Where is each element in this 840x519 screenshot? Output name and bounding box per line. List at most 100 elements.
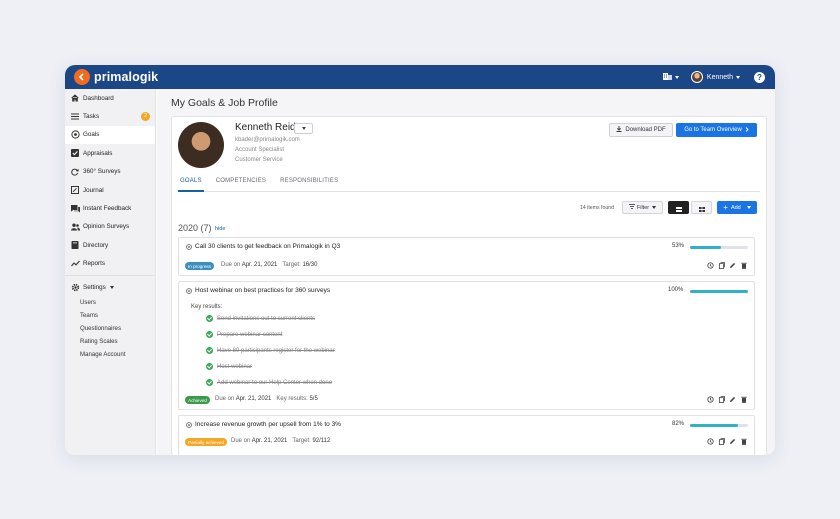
list-view-icon bbox=[675, 199, 682, 217]
delete-icon[interactable] bbox=[740, 262, 747, 269]
chevron-down-icon bbox=[301, 127, 306, 130]
sidebar-item-instant-feedback[interactable]: Instant Feedback bbox=[65, 199, 155, 217]
brand-logo[interactable]: primalogik bbox=[74, 69, 158, 85]
history-icon[interactable] bbox=[707, 262, 714, 269]
status-badge: Achieved bbox=[185, 396, 210, 404]
goal-percent: 53% bbox=[672, 243, 685, 249]
settings-users-link[interactable]: Users bbox=[65, 296, 155, 309]
profile-photo bbox=[178, 122, 224, 168]
download-pdf-label: Download PDF bbox=[625, 127, 666, 133]
history-icon[interactable] bbox=[707, 396, 714, 403]
team-overview-label: Go to Team Overview bbox=[684, 127, 742, 133]
sidebar-item-360-surveys[interactable]: 360° Surveys bbox=[65, 163, 155, 181]
sidebar-item-label: Opinion Surveys bbox=[83, 223, 130, 231]
filter-icon bbox=[628, 204, 635, 211]
filter-button[interactable]: Filter bbox=[622, 201, 663, 214]
edit-icon[interactable] bbox=[729, 438, 736, 445]
target-icon bbox=[70, 130, 80, 140]
target-value: 16/30 bbox=[302, 262, 318, 268]
sidebar: Dashboard Tasks 2 Goals Appraisals 360° … bbox=[65, 89, 156, 455]
check-square-icon bbox=[70, 149, 80, 158]
copy-icon[interactable] bbox=[718, 438, 725, 445]
goal-actions bbox=[707, 396, 747, 403]
plus-icon: + bbox=[723, 202, 728, 212]
sidebar-item-goals[interactable]: Goals bbox=[65, 125, 155, 145]
due-date: Apr. 21, 2021 bbox=[251, 438, 288, 444]
copy-icon[interactable] bbox=[718, 262, 725, 269]
sidebar-item-journal[interactable]: Journal bbox=[65, 181, 155, 199]
goal-title: Host webinar on best practices for 360 s… bbox=[185, 287, 330, 294]
sidebar-item-tasks[interactable]: Tasks 2 bbox=[65, 107, 155, 125]
goal-actions bbox=[707, 262, 747, 269]
org-switcher[interactable] bbox=[662, 72, 679, 82]
sidebar-item-directory[interactable]: Directory bbox=[65, 236, 155, 254]
goal-percent: 100% bbox=[668, 287, 684, 293]
settings-manage-account-link[interactable]: Manage Account bbox=[65, 348, 155, 361]
tab-goals[interactable]: GOALS bbox=[178, 178, 204, 192]
due-prefix: Due on bbox=[221, 262, 241, 268]
goal-item[interactable]: Increase revenue growth per upsell from … bbox=[178, 415, 755, 455]
sidebar-item-label: Journal bbox=[83, 186, 104, 194]
team-overview-button[interactable]: Go to Team Overview bbox=[676, 123, 757, 137]
settings-rating-scales-link[interactable]: Rating Scales bbox=[65, 335, 155, 348]
key-result-text: Host webinar bbox=[217, 363, 253, 370]
delete-icon[interactable] bbox=[740, 438, 747, 445]
goal-due: Due on Apr. 21, 2021 Target: 16/30 bbox=[221, 262, 317, 268]
filter-label: Filter bbox=[636, 204, 650, 211]
check-circle-icon bbox=[206, 379, 213, 386]
tab-competencies[interactable]: COMPETENCIES bbox=[214, 178, 268, 192]
add-goal-button[interactable]: + Add bbox=[717, 201, 757, 214]
key-result-text: Add webinar to our Help Center when done bbox=[217, 379, 333, 386]
edit-icon[interactable] bbox=[729, 262, 736, 269]
target-value: 5/5 bbox=[309, 396, 318, 402]
year-group-title: 2020 (7) bbox=[178, 223, 212, 233]
target-prefix: Target: bbox=[282, 262, 301, 268]
user-name: Kenneth bbox=[706, 73, 733, 81]
target-prefix: Key results: bbox=[276, 396, 308, 402]
list-view-toggle[interactable] bbox=[668, 201, 689, 214]
app-window: primalogik Kenneth ? Dashboard Tasks 2 G… bbox=[65, 65, 775, 455]
tab-responsibilities[interactable]: RESPONSIBILITIES bbox=[278, 178, 340, 192]
sidebar-item-reports[interactable]: Reports bbox=[65, 255, 155, 273]
chat-icon bbox=[70, 204, 80, 213]
logo-mark-icon bbox=[74, 69, 90, 85]
profile-dropdown-button[interactable] bbox=[294, 123, 313, 134]
trend-icon bbox=[70, 260, 80, 267]
grid-view-toggle[interactable] bbox=[691, 201, 712, 214]
target-value: 92/112 bbox=[312, 438, 331, 444]
settings-questionnaires-link[interactable]: Questionnaires bbox=[65, 322, 155, 335]
sidebar-item-label: Appraisals bbox=[83, 149, 113, 157]
goal-progress-fill bbox=[690, 290, 748, 293]
key-result-item: Add webinar to our Help Center when done bbox=[206, 379, 332, 386]
chevron-down-icon bbox=[674, 75, 679, 79]
check-circle-icon bbox=[206, 315, 213, 322]
sidebar-item-label: Dashboard bbox=[83, 94, 114, 102]
sidebar-item-dashboard[interactable]: Dashboard bbox=[65, 89, 155, 107]
settings-teams-link[interactable]: Teams bbox=[65, 309, 155, 322]
hide-group-link[interactable]: hide bbox=[215, 226, 225, 232]
check-circle-icon bbox=[206, 347, 213, 354]
profile-name: Kenneth Reid bbox=[235, 122, 296, 133]
cycle-icon bbox=[70, 168, 80, 176]
goal-title-text: Increase revenue growth per upsell from … bbox=[195, 421, 341, 428]
copy-icon[interactable] bbox=[718, 396, 725, 403]
home-icon bbox=[70, 94, 80, 102]
goal-due: Due on Apr. 21, 2021 Key results: 5/5 bbox=[215, 396, 318, 402]
sidebar-item-label: Settings bbox=[83, 283, 106, 291]
goal-item[interactable]: Call 30 clients to get feedback on Prima… bbox=[178, 237, 755, 276]
goal-progress-bar bbox=[690, 290, 748, 293]
user-menu[interactable]: Kenneth bbox=[690, 71, 740, 83]
help-icon[interactable]: ? bbox=[754, 71, 765, 83]
sidebar-item-label: 360° Surveys bbox=[83, 168, 121, 176]
history-icon[interactable] bbox=[707, 438, 714, 445]
sidebar-item-settings[interactable]: Settings bbox=[65, 278, 155, 296]
avatar bbox=[690, 71, 703, 83]
sidebar-item-appraisals[interactable]: Appraisals bbox=[65, 144, 155, 162]
edit-icon[interactable] bbox=[729, 396, 736, 403]
goal-item[interactable]: Host webinar on best practices for 360 s… bbox=[178, 281, 755, 410]
goal-due: Due on Apr. 21, 2021 Target: 92/112 bbox=[231, 438, 330, 444]
download-pdf-button[interactable]: Download PDF bbox=[609, 123, 673, 137]
sidebar-item-opinion-surveys[interactable]: Opinion Surveys bbox=[65, 218, 155, 236]
people-icon bbox=[70, 223, 80, 231]
delete-icon[interactable] bbox=[740, 396, 747, 403]
